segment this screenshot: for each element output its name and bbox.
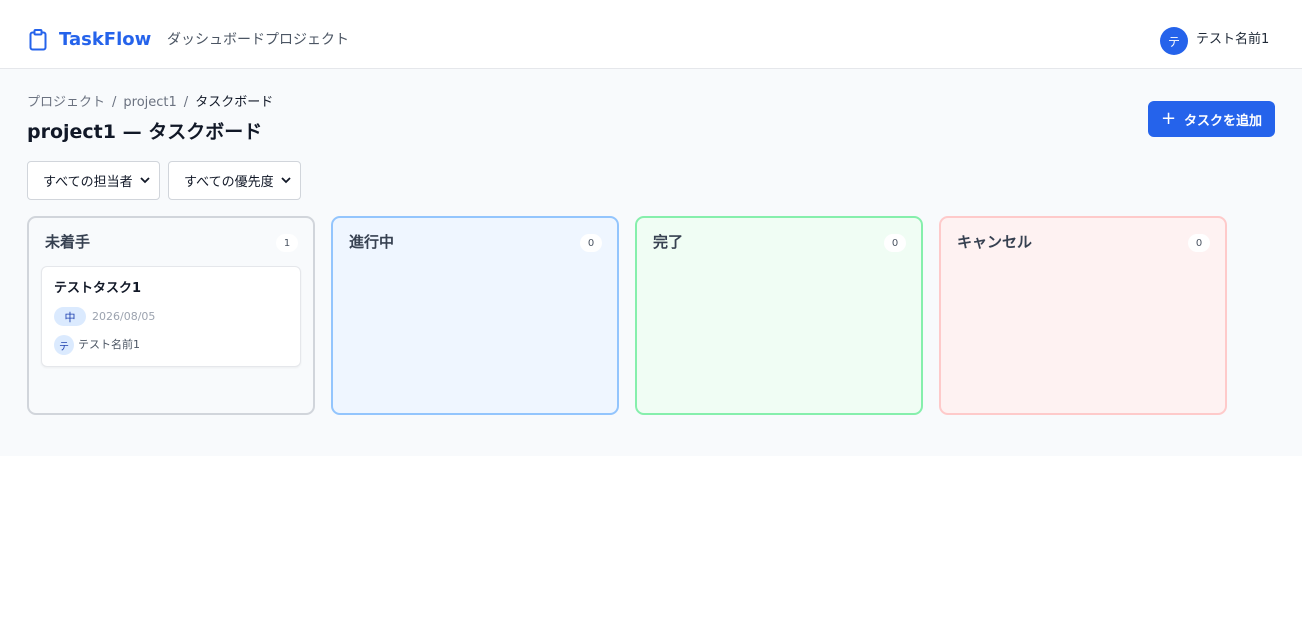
column-title: 未着手 [45,233,91,251]
task-card[interactable]: テストタスク1 中 2026/08/05 テ テスト名前1 [41,266,301,367]
column-cancelled[interactable]: キャンセル 0 [939,216,1227,415]
page-title: project1 — タスクボード [27,121,263,143]
assignee-filter-select[interactable]: すべての担当者 [27,161,160,200]
assignee-avatar: テ [54,335,74,355]
column-count-badge: 0 [580,234,602,252]
breadcrumb-current: タスクボード [195,95,274,110]
priority-filter-select[interactable]: すべての優先度 [168,161,301,200]
clipboard-icon[interactable] [29,29,47,51]
add-task-button[interactable]: + タスクを追加 [1148,101,1275,137]
priority-badge: 中 [54,307,86,326]
column-title: 完了 [653,233,684,251]
brand-logo-text[interactable]: TaskFlow [59,29,151,51]
column-done[interactable]: 完了 0 [635,216,923,415]
plus-icon: + [1160,108,1177,129]
due-date: 2026/08/05 [92,310,156,323]
top-navbar: TaskFlow ダッシュボード プロジェクト テ テスト名前1 [0,0,1302,69]
user-name[interactable]: テスト名前1 [1196,31,1269,49]
breadcrumb-separator: / [183,95,189,110]
column-in-progress[interactable]: 進行中 0 [331,216,619,415]
breadcrumb: プロジェクト / project1 / タスクボード [27,94,273,112]
priority-filter-value: すべての優先度 [184,175,274,190]
breadcrumb-projects[interactable]: プロジェクト [27,95,105,110]
breadcrumb-separator: / [112,95,117,110]
column-count-badge: 0 [1188,234,1210,252]
assignee-filter-value: すべての担当者 [43,175,133,190]
breadcrumb-project1[interactable]: project1 [123,95,176,110]
column-count-badge: 1 [276,234,298,252]
chevron-down-icon [281,177,291,184]
column-title: キャンセル [957,233,1033,251]
column-count-badge: 0 [884,234,906,252]
nav-link-projects[interactable]: プロジェクト [265,30,349,50]
nav-link-dashboard[interactable]: ダッシュボード [167,30,265,50]
assignee-name: テスト名前1 [78,338,140,351]
chevron-down-icon [140,177,150,184]
task-title: テストタスク1 [54,281,142,296]
add-task-label: タスクを追加 [1184,113,1263,129]
user-avatar[interactable]: テ [1160,27,1188,55]
column-title: 進行中 [349,233,395,251]
main-content: プロジェクト / project1 / タスクボード project1 — タスクボード… [0,69,1302,456]
column-todo[interactable]: 未着手 1 テストタスク1 中 2026/08/05 テ テスト名前1 [27,216,315,415]
